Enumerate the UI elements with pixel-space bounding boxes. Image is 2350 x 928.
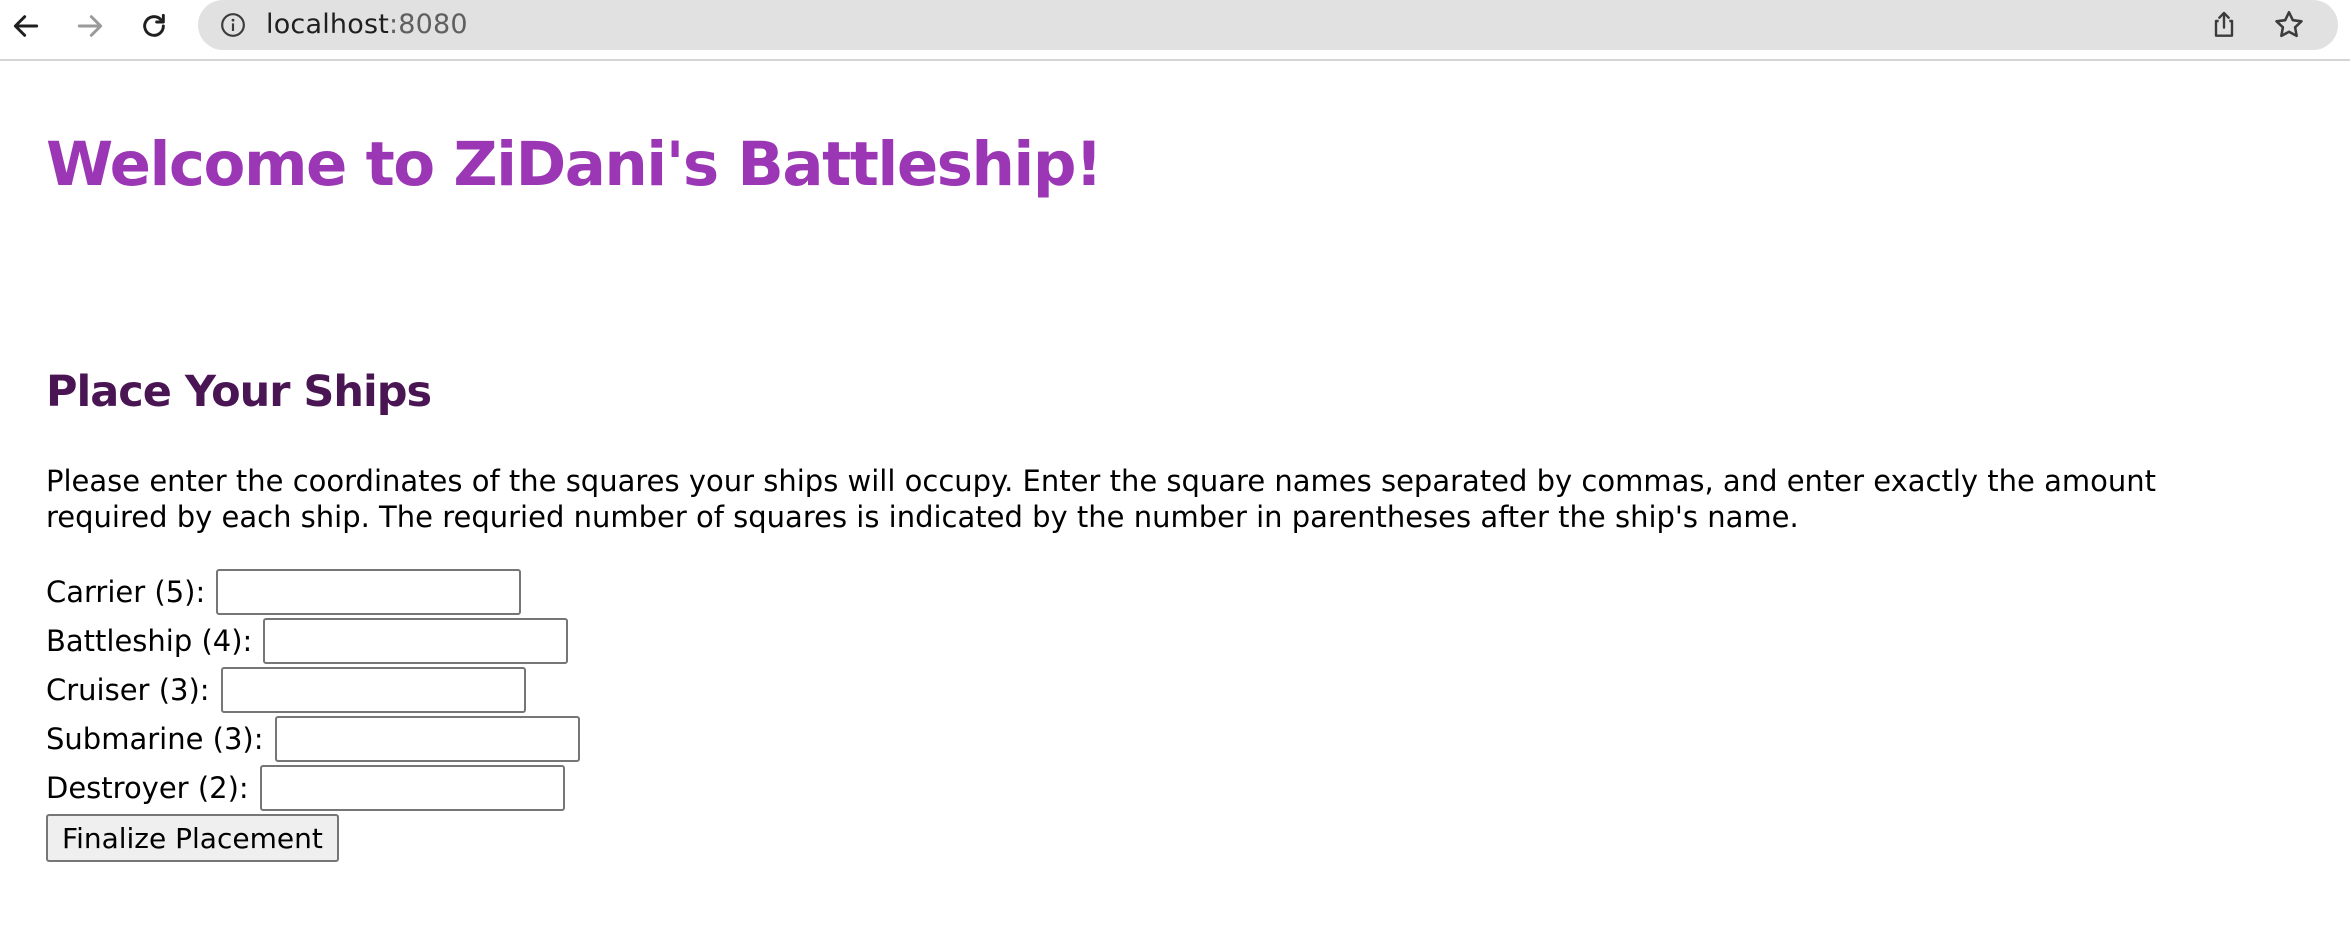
forward-arrow-icon[interactable]	[70, 6, 110, 46]
page-title: Welcome to ZiDani's Battleship!	[46, 129, 1103, 200]
carrier-row: Carrier (5):	[46, 567, 580, 616]
info-icon[interactable]	[220, 12, 246, 38]
reload-icon[interactable]	[134, 6, 174, 46]
cruiser-row: Cruiser (3):	[46, 665, 580, 714]
url-port: :8080	[389, 9, 468, 40]
cruiser-label: Cruiser (3):	[46, 672, 210, 707]
battleship-row: Battleship (4):	[46, 616, 580, 665]
submarine-input[interactable]	[274, 715, 580, 762]
url-text[interactable]: localhost:8080	[266, 9, 468, 40]
carrier-input[interactable]	[216, 568, 522, 615]
browser-toolbar: localhost:8080	[0, 0, 2350, 61]
destroyer-label: Destroyer (2):	[46, 770, 249, 805]
battleship-input[interactable]	[263, 617, 569, 664]
submarine-label: Submarine (3):	[46, 721, 264, 756]
cruiser-input[interactable]	[220, 666, 526, 713]
back-arrow-icon[interactable]	[6, 6, 46, 46]
section-heading: Place Your Ships	[46, 367, 432, 417]
ship-placement-form: Carrier (5): Battleship (4): Cruiser (3)…	[46, 567, 580, 862]
address-bar[interactable]: localhost:8080	[198, 0, 2338, 50]
url-host: localhost	[266, 9, 389, 40]
share-icon[interactable]	[2208, 9, 2240, 41]
destroyer-input[interactable]	[259, 764, 565, 811]
battleship-label: Battleship (4):	[46, 623, 253, 658]
finalize-placement-button[interactable]: Finalize Placement	[46, 814, 339, 862]
instructions-text: Please enter the coordinates of the squa…	[46, 464, 2156, 534]
submarine-row: Submarine (3):	[46, 714, 580, 763]
star-icon[interactable]	[2272, 8, 2306, 42]
carrier-label: Carrier (5):	[46, 574, 206, 609]
destroyer-row: Destroyer (2):	[46, 763, 580, 812]
